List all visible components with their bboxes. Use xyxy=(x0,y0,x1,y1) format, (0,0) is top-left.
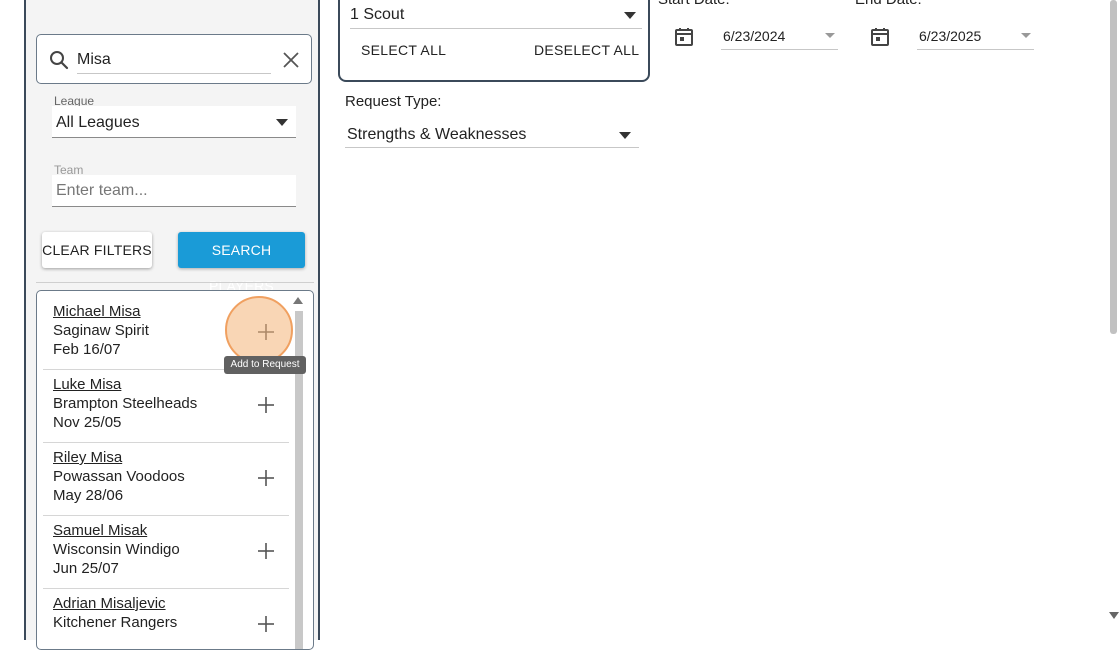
end-date-label: End Date: xyxy=(855,0,922,8)
player-name-link[interactable]: Luke Misa xyxy=(53,376,121,393)
player-dob: Feb 16/07 xyxy=(53,341,121,358)
deselect-all-button[interactable]: DESELECT ALL xyxy=(534,42,639,58)
add-icon[interactable] xyxy=(255,540,277,562)
close-icon[interactable] xyxy=(279,48,303,72)
start-date-value: 6/23/2024 xyxy=(723,28,786,44)
player-name-link[interactable]: Riley Misa xyxy=(53,449,122,466)
request-type-label: Request Type: xyxy=(345,93,442,110)
scout-select[interactable]: 1 Scout xyxy=(350,2,642,29)
search-players-button[interactable]: SEARCH PLAYERS xyxy=(178,232,305,294)
league-value: All Leagues xyxy=(56,114,140,131)
search-icon xyxy=(50,51,69,70)
add-icon[interactable] xyxy=(255,394,277,416)
calendar-icon[interactable] xyxy=(869,26,891,48)
league-select[interactable]: All Leagues xyxy=(52,106,296,138)
player-team: Wisconsin Windigo xyxy=(53,541,180,558)
list-item: Luke Misa Brampton Steelheads Nov 25/05 xyxy=(43,370,289,443)
request-type-select[interactable]: Strengths & Weaknesses xyxy=(345,122,639,148)
search-box: Misa xyxy=(36,34,312,84)
select-all-button[interactable]: SELECT ALL xyxy=(361,42,446,58)
end-date-field[interactable]: 6/23/2025 xyxy=(917,24,1034,50)
player-team: Brampton Steelheads xyxy=(53,395,198,412)
scout-select-value: 1 Scout xyxy=(350,6,405,23)
scroll-up-icon[interactable] xyxy=(293,297,303,304)
chevron-down-icon xyxy=(825,33,835,38)
player-name-link[interactable]: Samuel Misak xyxy=(53,522,147,539)
player-name-link[interactable]: Michael Misa xyxy=(53,303,141,320)
player-team: Kitchener Rangers xyxy=(53,614,178,631)
chevron-down-icon xyxy=(624,12,636,19)
start-date-field[interactable]: 6/23/2024 xyxy=(721,24,838,50)
chevron-down-icon xyxy=(1021,33,1031,38)
clear-filters-button[interactable]: CLEAR FILTERS xyxy=(42,232,152,268)
add-icon[interactable] xyxy=(255,467,277,489)
search-input[interactable]: Misa xyxy=(77,47,271,74)
calendar-icon[interactable] xyxy=(673,26,695,48)
list-item: Samuel Misak Wisconsin Windigo Jun 25/07 xyxy=(43,516,289,589)
chevron-down-icon xyxy=(619,132,631,139)
player-team: Saginaw Spirit xyxy=(53,322,149,339)
list-item: Adrian Misaljevic Kitchener Rangers xyxy=(43,589,289,649)
player-name-link[interactable]: Adrian Misaljevic xyxy=(53,595,166,612)
request-type-value: Strengths & Weaknesses xyxy=(347,126,527,143)
divider xyxy=(36,282,314,283)
chevron-down-icon xyxy=(276,119,288,126)
player-dob: Jun 25/07 xyxy=(53,560,119,577)
page-scrollbar-thumb[interactable] xyxy=(1110,0,1117,334)
player-team: Powassan Voodoos xyxy=(53,468,185,485)
team-input[interactable]: Enter team... xyxy=(52,175,296,207)
end-date-value: 6/23/2025 xyxy=(919,28,982,44)
click-highlight xyxy=(225,296,293,364)
scout-panel: 1 Scout SELECT ALL DESELECT ALL xyxy=(338,0,650,82)
start-date-label: Start Date: xyxy=(658,0,730,8)
player-dob: May 28/06 xyxy=(53,487,124,504)
player-dob: Nov 25/05 xyxy=(53,414,122,431)
add-to-request-tooltip: Add to Request xyxy=(224,356,306,374)
scroll-down-icon[interactable] xyxy=(1109,612,1119,619)
add-icon[interactable] xyxy=(255,613,277,635)
list-item: Riley Misa Powassan Voodoos May 28/06 xyxy=(43,443,289,516)
